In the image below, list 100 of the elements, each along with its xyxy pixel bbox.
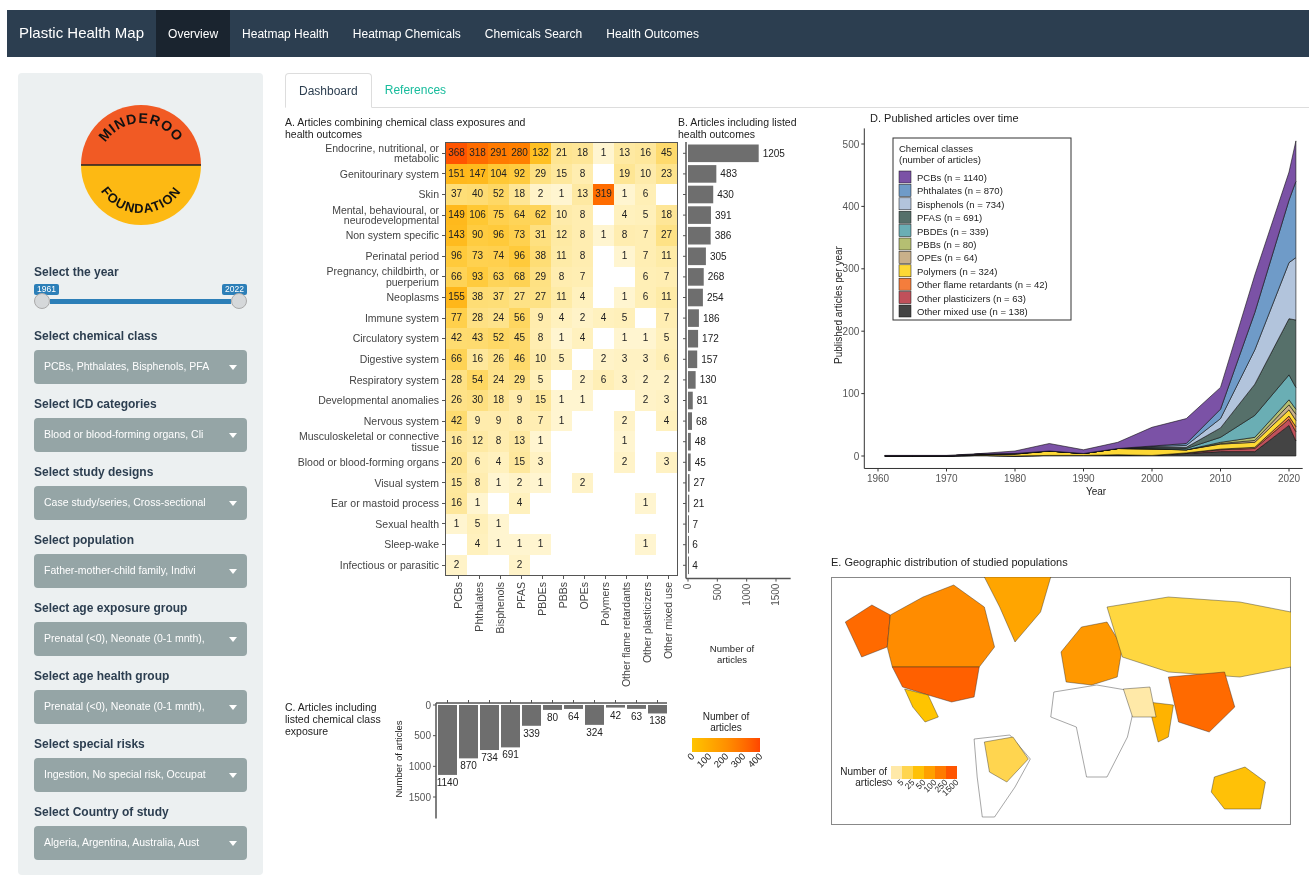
heatmap-cell: 4 [572,328,593,349]
heatmap-cell: 62 [530,204,551,226]
heatmap-cell: 6 [635,184,656,205]
heatmap-cell: 6 [467,451,488,473]
heatmap-cell: 24 [488,369,509,391]
heatmap-cell: 37 [446,184,467,205]
axis-tick-label: 1500 [408,791,431,803]
axis-tick-label: 1980 [1003,473,1027,485]
axis-tick-label: 1990 [1072,473,1095,485]
heatmap-cell: 1 [614,287,635,308]
axis-tick-label: 500 [414,730,431,742]
axis-tick-label: 2010 [1209,473,1232,485]
heatmap-cell: 155 [446,287,467,308]
heatmap-cell: 8 [572,225,593,246]
legend-label: Polymers (n = 324) [917,265,998,277]
legend-title: (number of articles) [899,153,981,165]
heatmap-cell: 7 [572,266,593,288]
heatmap-cell: 38 [530,245,551,267]
heatmap-cell: 26 [446,390,467,411]
brand-title: Plastic Health Map [18,23,146,44]
slider-min-badge: 1961 [34,284,59,295]
heatmap-cell: 96 [488,225,509,246]
heatmap-cell: 9 [488,410,509,432]
heatmap-cell: 28 [467,307,488,329]
heatmap-cell: 73 [467,245,488,267]
legend-label: Other plasticizers (n = 63) [917,292,1027,304]
heatmap-cell: 18 [572,143,593,164]
legend-title: Number of articles [839,766,887,788]
bar-value-label: 27 [693,477,705,489]
heatmap-cell: 4 [509,493,530,514]
row-label: Circulatory system [352,333,440,344]
heatmap-cell: 2 [446,554,467,576]
heatmap-cell: 29 [530,163,551,185]
heatmap-cell: 1 [530,431,551,452]
legend-label: Bisphenols (n = 734) [917,198,1005,210]
column-label: Polymers [599,582,611,627]
heatmap-cell: 1 [614,431,635,452]
heatmap-cell: 1 [551,328,572,349]
legend-tick-label: 200 [711,752,731,771]
bar-value-label: 45 [694,456,706,468]
heatmap-cell: 1 [488,513,509,535]
axis-tick-label: 0 [425,699,431,711]
heatmap-cell: 318 [467,143,488,164]
heatmap-cell: 149 [446,204,467,226]
legend-label: Phthalates (n = 870) [917,185,1003,197]
slider-max-badge: 2022 [222,284,247,295]
bar-value-label: 483 [720,168,737,180]
heatmap-cell: 15 [551,163,572,185]
bar-value-label: 386 [714,230,732,242]
heatmap-cell: 2 [509,554,530,576]
axis-label: Year [1085,486,1107,498]
row-label: Perinatal period [365,251,440,262]
row-label: Skin [418,189,440,200]
heatmap-cell: 1 [467,493,488,514]
heatmap-cell: 1 [593,143,614,164]
row-label: Respiratory system [349,374,440,386]
heatmap-cell: 1 [614,328,635,349]
heatmap-cell: 9 [530,307,551,329]
heatmap-cell: 1 [530,472,551,494]
heatmap-cell: 8 [572,163,593,185]
legend-label: PFAS (n = 691) [917,212,983,224]
axis-tick-label: 400 [842,200,860,212]
column-label: Bisphenols [494,582,506,634]
heatmap-cell: 3 [656,451,677,473]
bar-value-label: 138 [649,715,666,727]
heatmap-cell: 147 [467,163,488,185]
heatmap-cell: 4 [656,410,677,432]
bar-value-label: 81 [696,395,708,406]
column-label: Other plasticizers [641,582,653,664]
heatmap-cell: 66 [446,348,467,370]
heatmap-cell: 1 [530,534,551,555]
heatmap-cell: 4 [614,204,635,226]
heatmap-cell: 63 [488,266,509,288]
heatmap-cell: 1 [593,225,614,246]
heatmap-cell: 106 [467,204,488,226]
heatmap-cell: 2 [593,348,614,370]
heatmap-cell: 6 [635,287,656,308]
heatmap-cell: 96 [509,245,530,267]
heatmap-cell: 3 [656,390,677,411]
bar-value-label: 130 [699,374,717,386]
column-label: Phthalates [473,582,485,633]
heatmap-cell: 2 [635,369,656,391]
heatmap-cell: 15 [530,390,551,411]
heatmap-cell: 2 [572,369,593,391]
chart-title: E. Geographic distribution of studied populations [831,556,1069,569]
row-label: Sleep-wake [384,539,440,550]
row-label: Mental, behavioural, or neurodevelopmental [331,204,440,226]
row-label: Ear or mastoid process [331,498,440,509]
bar-value-label: 430 [717,189,734,200]
legend-label: Other flame retardants (n = 42) [917,279,1048,291]
heatmap-cell: 19 [614,163,635,185]
heatmap-cell: 8 [530,328,551,349]
heatmap-cell: 46 [509,348,530,370]
heatmap-cell: 11 [656,287,677,308]
heatmap-cell: 319 [593,184,614,205]
heatmap-cell: 11 [551,245,572,267]
axis-tick-label: 1000 [741,583,753,606]
heatmap-cell: 52 [488,328,509,349]
heatmap-cell: 27 [509,287,530,308]
row-label: Neoplasms [386,292,440,303]
